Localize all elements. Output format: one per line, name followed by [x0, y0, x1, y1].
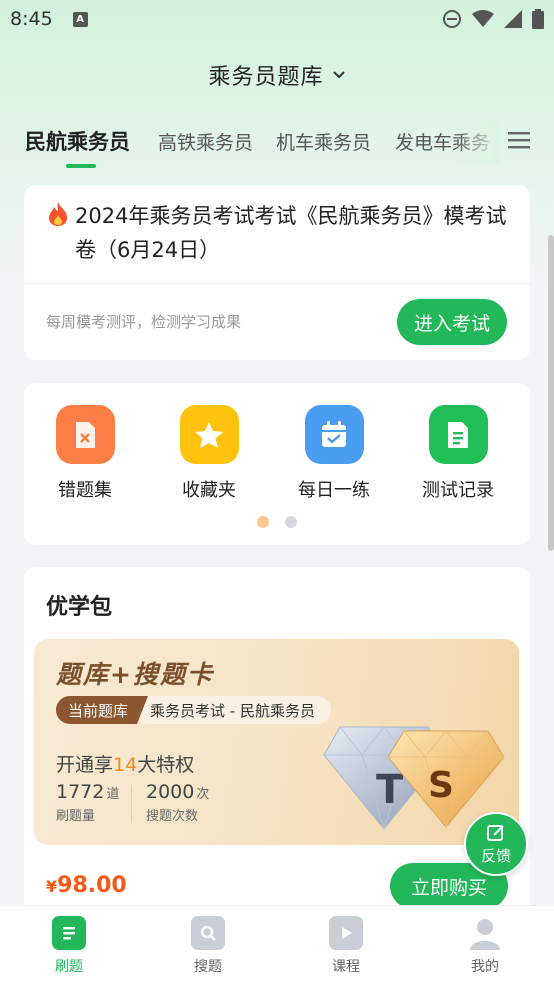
banner-title: 题库+搜题卡 — [56, 660, 214, 689]
shortcut-daily-practice[interactable]: 每日一练 — [284, 405, 384, 502]
exam-subtitle: 每周模考测评，检测学习成果 — [46, 313, 242, 331]
study-package-card: 优学包 题库+搜题卡 当前题库 乘务员考试 - 民航乘务员 开通享14大特权 1… — [24, 567, 530, 917]
battery-icon — [532, 9, 544, 29]
enter-exam-button[interactable]: 进入考试 — [397, 299, 507, 345]
search-icon — [191, 916, 225, 950]
tab-high-speed-rail[interactable]: 高铁乘务员 — [158, 128, 253, 155]
app-notification-icon: A — [72, 11, 88, 27]
page-indicator — [257, 516, 297, 528]
category-tabs: 民航乘务员 高铁乘务员 机车乘务员 发电车乘务员 — [0, 120, 554, 170]
nav-practice[interactable]: 刷题 — [29, 916, 109, 976]
status-time: 8:45 — [10, 8, 53, 30]
calendar-icon — [304, 405, 364, 464]
exam-title[interactable]: 2024年乘务员考试考试《民航乘务员》模考试卷（6月24日） — [75, 199, 515, 267]
privilege-text: 开通享14大特权 — [56, 754, 195, 776]
divider — [24, 283, 530, 284]
nav-search[interactable]: 搜题 — [168, 916, 248, 976]
signal-icon — [504, 10, 522, 28]
stat-search: 2000 次 搜题次数 — [146, 781, 210, 824]
package-banner[interactable]: 题库+搜题卡 当前题库 乘务员考试 - 民航乘务员 开通享14大特权 1772 道… — [34, 639, 519, 845]
shortcut-label: 测试记录 — [422, 480, 494, 501]
nav-label: 刷题 — [55, 959, 83, 975]
shortcut-label: 收藏夹 — [182, 480, 236, 501]
tag-label: 当前题库 — [56, 696, 149, 724]
nav-label: 搜题 — [194, 959, 222, 975]
tag-value: 乘务员考试 - 民航乘务员 — [140, 696, 331, 724]
shortcut-label: 错题集 — [58, 480, 112, 501]
nav-label: 我的 — [471, 959, 499, 975]
stat-divider — [131, 785, 132, 823]
tab-locomotive[interactable]: 机车乘务员 — [276, 128, 371, 155]
tab-fade — [455, 120, 500, 164]
practice-icon — [52, 916, 86, 950]
play-icon — [329, 916, 363, 950]
page-title: 乘务员题库 — [208, 65, 324, 90]
shortcut-wrong-book[interactable]: 错题集 — [35, 405, 135, 502]
wrong-book-icon — [55, 405, 115, 464]
mock-exam-card: 2024年乘务员考试考试《民航乘务员》模考试卷（6月24日） 每周模考测评，检测… — [24, 185, 530, 360]
stat-practice: 1772 道 刷题量 — [56, 781, 120, 824]
tab-indicator — [66, 164, 96, 168]
fire-icon — [49, 202, 67, 226]
shortcut-test-records[interactable]: 测试记录 — [408, 405, 508, 502]
bottom-nav: 刷题 搜题 课程 我的 — [0, 905, 554, 984]
nav-label: 课程 — [332, 959, 360, 975]
shortcut-favorites[interactable]: 收藏夹 — [159, 405, 259, 502]
edit-icon — [487, 824, 504, 841]
scrollbar[interactable] — [548, 235, 554, 551]
current-bank-tag: 当前题库 乘务员考试 - 民航乘务员 — [56, 696, 331, 724]
feedback-button[interactable]: 反馈 — [464, 812, 528, 876]
user-icon — [468, 916, 502, 950]
star-icon — [179, 405, 239, 464]
svg-text:S: S — [428, 765, 454, 806]
shortcut-label: 每日一练 — [298, 480, 370, 501]
menu-icon[interactable] — [508, 130, 530, 150]
wifi-icon — [472, 10, 494, 27]
section-title: 优学包 — [46, 595, 113, 620]
shortcut-panel: 错题集 收藏夹 每日一练 测试记录 — [24, 383, 530, 545]
feedback-label: 反馈 — [480, 846, 511, 865]
page-dot — [285, 516, 297, 528]
document-icon — [428, 405, 488, 464]
tab-civil-aviation[interactable]: 民航乘务员 — [25, 126, 130, 156]
bank-selector[interactable]: 乘务员题库 — [0, 56, 554, 94]
do-not-disturb-icon — [443, 10, 461, 28]
status-icons — [442, 9, 544, 29]
status-bar: 8:45 A — [0, 0, 554, 38]
nav-courses[interactable]: 课程 — [306, 916, 386, 976]
price: ¥98.00 — [46, 873, 127, 898]
chevron-down-icon — [332, 71, 345, 79]
nav-profile[interactable]: 我的 — [445, 916, 525, 976]
page-dot-active — [257, 516, 269, 528]
